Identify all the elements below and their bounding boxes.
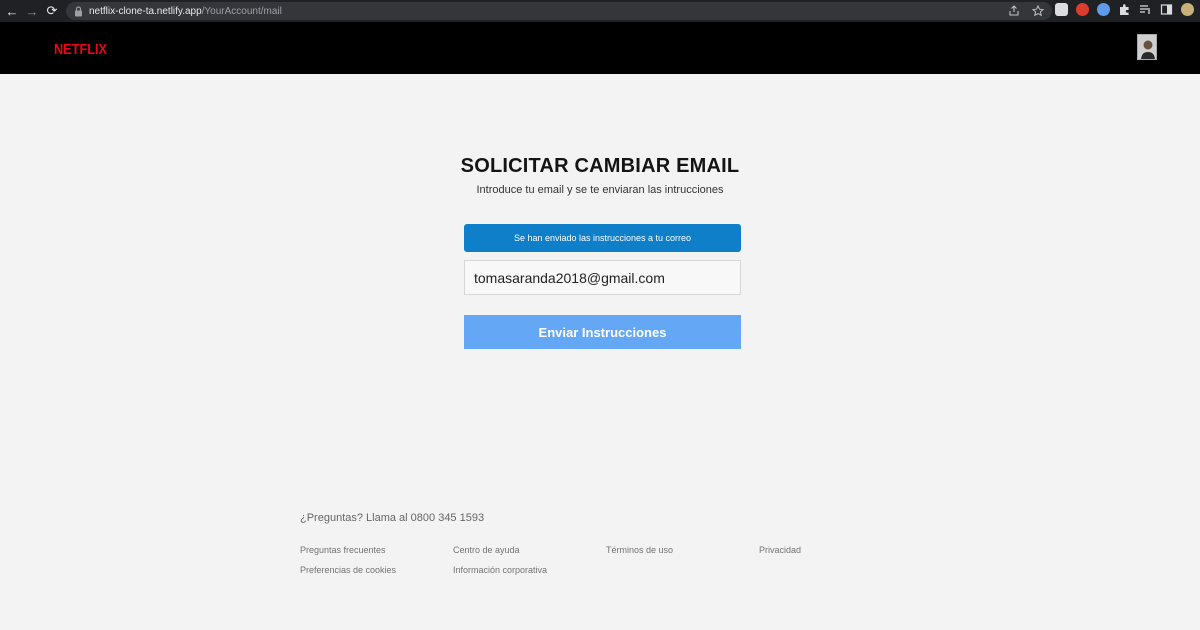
url-text: netflix-clone-ta.netlify.app/YourAccount… (89, 6, 282, 17)
side-panel-icon[interactable] (1160, 3, 1173, 16)
page-subtitle: Introduce tu email y se te enviaran las … (476, 184, 724, 196)
url-host: netflix-clone-ta.netlify.app (89, 5, 202, 17)
address-bar[interactable]: netflix-clone-ta.netlify.app/YourAccount… (66, 2, 1052, 20)
share-icon[interactable] (1008, 5, 1020, 17)
back-button[interactable]: ← (2, 0, 22, 22)
email-input[interactable] (464, 260, 741, 295)
avatar-portrait-icon (1138, 35, 1156, 59)
media-queue-icon[interactable] (1139, 3, 1152, 16)
footer-link-faq[interactable]: Preguntas frecuentes (300, 545, 386, 555)
footer-link-help-center[interactable]: Centro de ayuda (453, 545, 520, 555)
profile-avatar-icon[interactable] (1181, 3, 1194, 16)
extension-play-icon[interactable] (1055, 3, 1068, 16)
lock-icon (75, 5, 82, 16)
success-alert-text: Se han enviado las instrucciones a tu co… (513, 233, 692, 243)
page-title: SOLICITAR CAMBIAR EMAIL (460, 155, 740, 177)
success-alert: Se han enviado las instrucciones a tu co… (464, 224, 741, 252)
reload-button[interactable]: ⟳ (42, 0, 62, 22)
forward-button[interactable]: → (22, 0, 42, 22)
footer-link-privacy[interactable]: Privacidad (759, 545, 801, 555)
logo-text: NETFLIX (54, 42, 107, 58)
footer-phone-text: ¿Preguntas? Llama al 0800 345 1593 (300, 512, 485, 524)
send-instructions-button[interactable]: Enviar Instrucciones (464, 315, 741, 349)
user-avatar[interactable] (1137, 34, 1157, 60)
footer-link-corporate-info[interactable]: Información corporativa (453, 565, 547, 575)
netflix-logo[interactable]: NETFLIX (54, 38, 108, 58)
browser-toolbar: ← → ⟳ netflix-clone-ta.netlify.app/YourA… (0, 0, 1200, 22)
footer-link-terms[interactable]: Términos de uso (606, 545, 673, 555)
extension-blue-icon[interactable] (1097, 3, 1110, 16)
footer-link-cookie-preferences[interactable]: Preferencias de cookies (300, 565, 396, 575)
puzzle-icon[interactable] (1118, 3, 1131, 16)
site-header: NETFLIX (0, 22, 1200, 74)
url-path: /YourAccount/mail (201, 5, 282, 17)
extension-red-icon[interactable] (1076, 3, 1089, 16)
bookmark-star-icon[interactable] (1032, 5, 1044, 17)
